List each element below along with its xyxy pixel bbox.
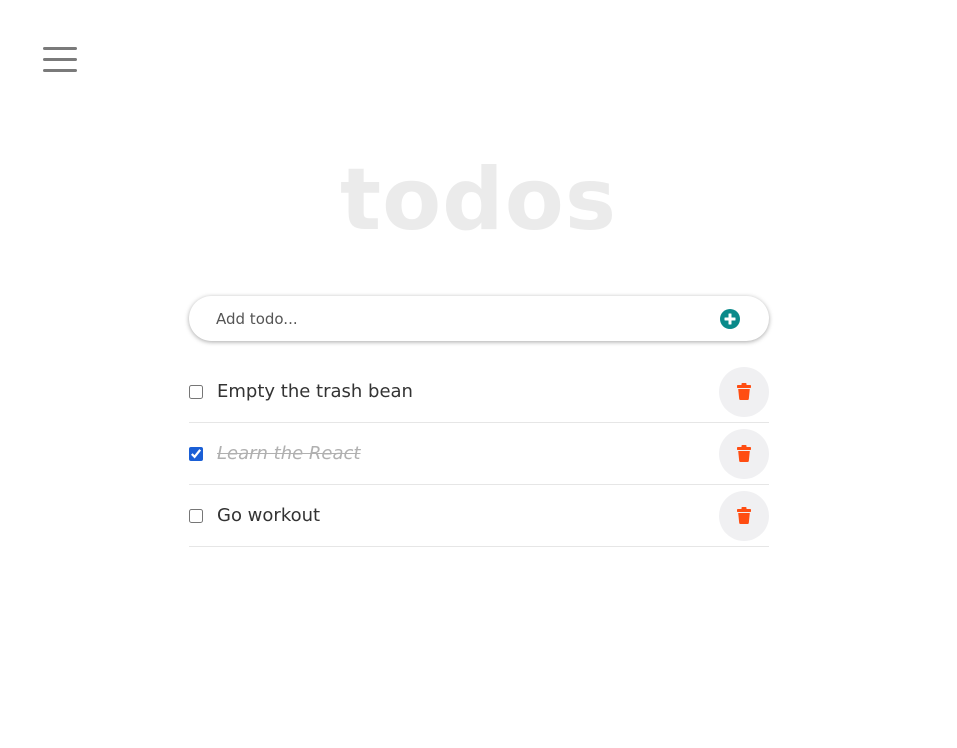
todo-item: Learn the React xyxy=(189,423,769,485)
todo-checkbox[interactable] xyxy=(189,447,203,461)
todo-item: Go workout xyxy=(189,485,769,547)
trash-icon xyxy=(737,445,751,462)
todo-item: Empty the trash bean xyxy=(189,361,769,423)
menu-bar-middle xyxy=(43,58,77,61)
todo-text: Go workout xyxy=(217,505,321,526)
add-todo-button[interactable] xyxy=(719,308,741,330)
todo-checkbox[interactable] xyxy=(189,385,203,399)
page-title: todos xyxy=(339,150,618,250)
delete-todo-button[interactable] xyxy=(719,491,769,541)
trash-icon xyxy=(737,507,751,524)
menu-bar-bottom xyxy=(43,69,77,72)
add-todo-input[interactable] xyxy=(216,296,696,341)
todo-list: Empty the trash bean Learn the React Go … xyxy=(189,361,769,547)
trash-icon xyxy=(737,383,751,400)
todo-checkbox[interactable] xyxy=(189,509,203,523)
todo-text: Learn the React xyxy=(217,443,361,464)
menu-bar-top xyxy=(43,47,77,50)
delete-todo-button[interactable] xyxy=(719,367,769,417)
delete-todo-button[interactable] xyxy=(719,429,769,479)
todo-text: Empty the trash bean xyxy=(217,381,413,402)
plus-circle-icon xyxy=(720,309,740,329)
add-todo-bar xyxy=(189,296,769,341)
menu-button[interactable] xyxy=(41,44,79,76)
